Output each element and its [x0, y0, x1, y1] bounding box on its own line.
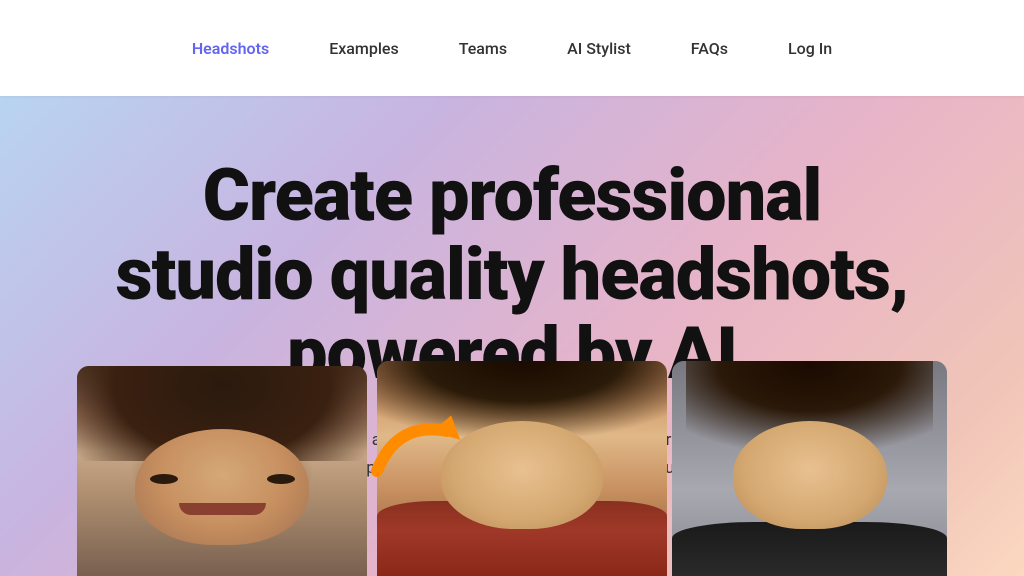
- after-photo-2: [672, 361, 947, 576]
- nav-examples[interactable]: Examples: [329, 39, 399, 58]
- main-navigation: Headshots Examples Teams AI Stylist FAQs…: [0, 0, 1024, 96]
- mouth: [179, 503, 266, 516]
- eye-right: [267, 474, 295, 484]
- transformation-arrow: [362, 396, 482, 496]
- eye-left: [150, 474, 178, 484]
- nav-login[interactable]: Log In: [788, 39, 832, 58]
- nav-teams[interactable]: Teams: [459, 39, 507, 58]
- nav-ai-stylist[interactable]: AI Stylist: [567, 39, 631, 58]
- before-photo: [77, 366, 367, 576]
- nav-faqs[interactable]: FAQs: [691, 39, 728, 58]
- nav-headshots[interactable]: Headshots: [192, 39, 269, 58]
- photo-comparison-strip: [77, 356, 947, 576]
- hero-section: Create professional studio quality heads…: [0, 96, 1024, 576]
